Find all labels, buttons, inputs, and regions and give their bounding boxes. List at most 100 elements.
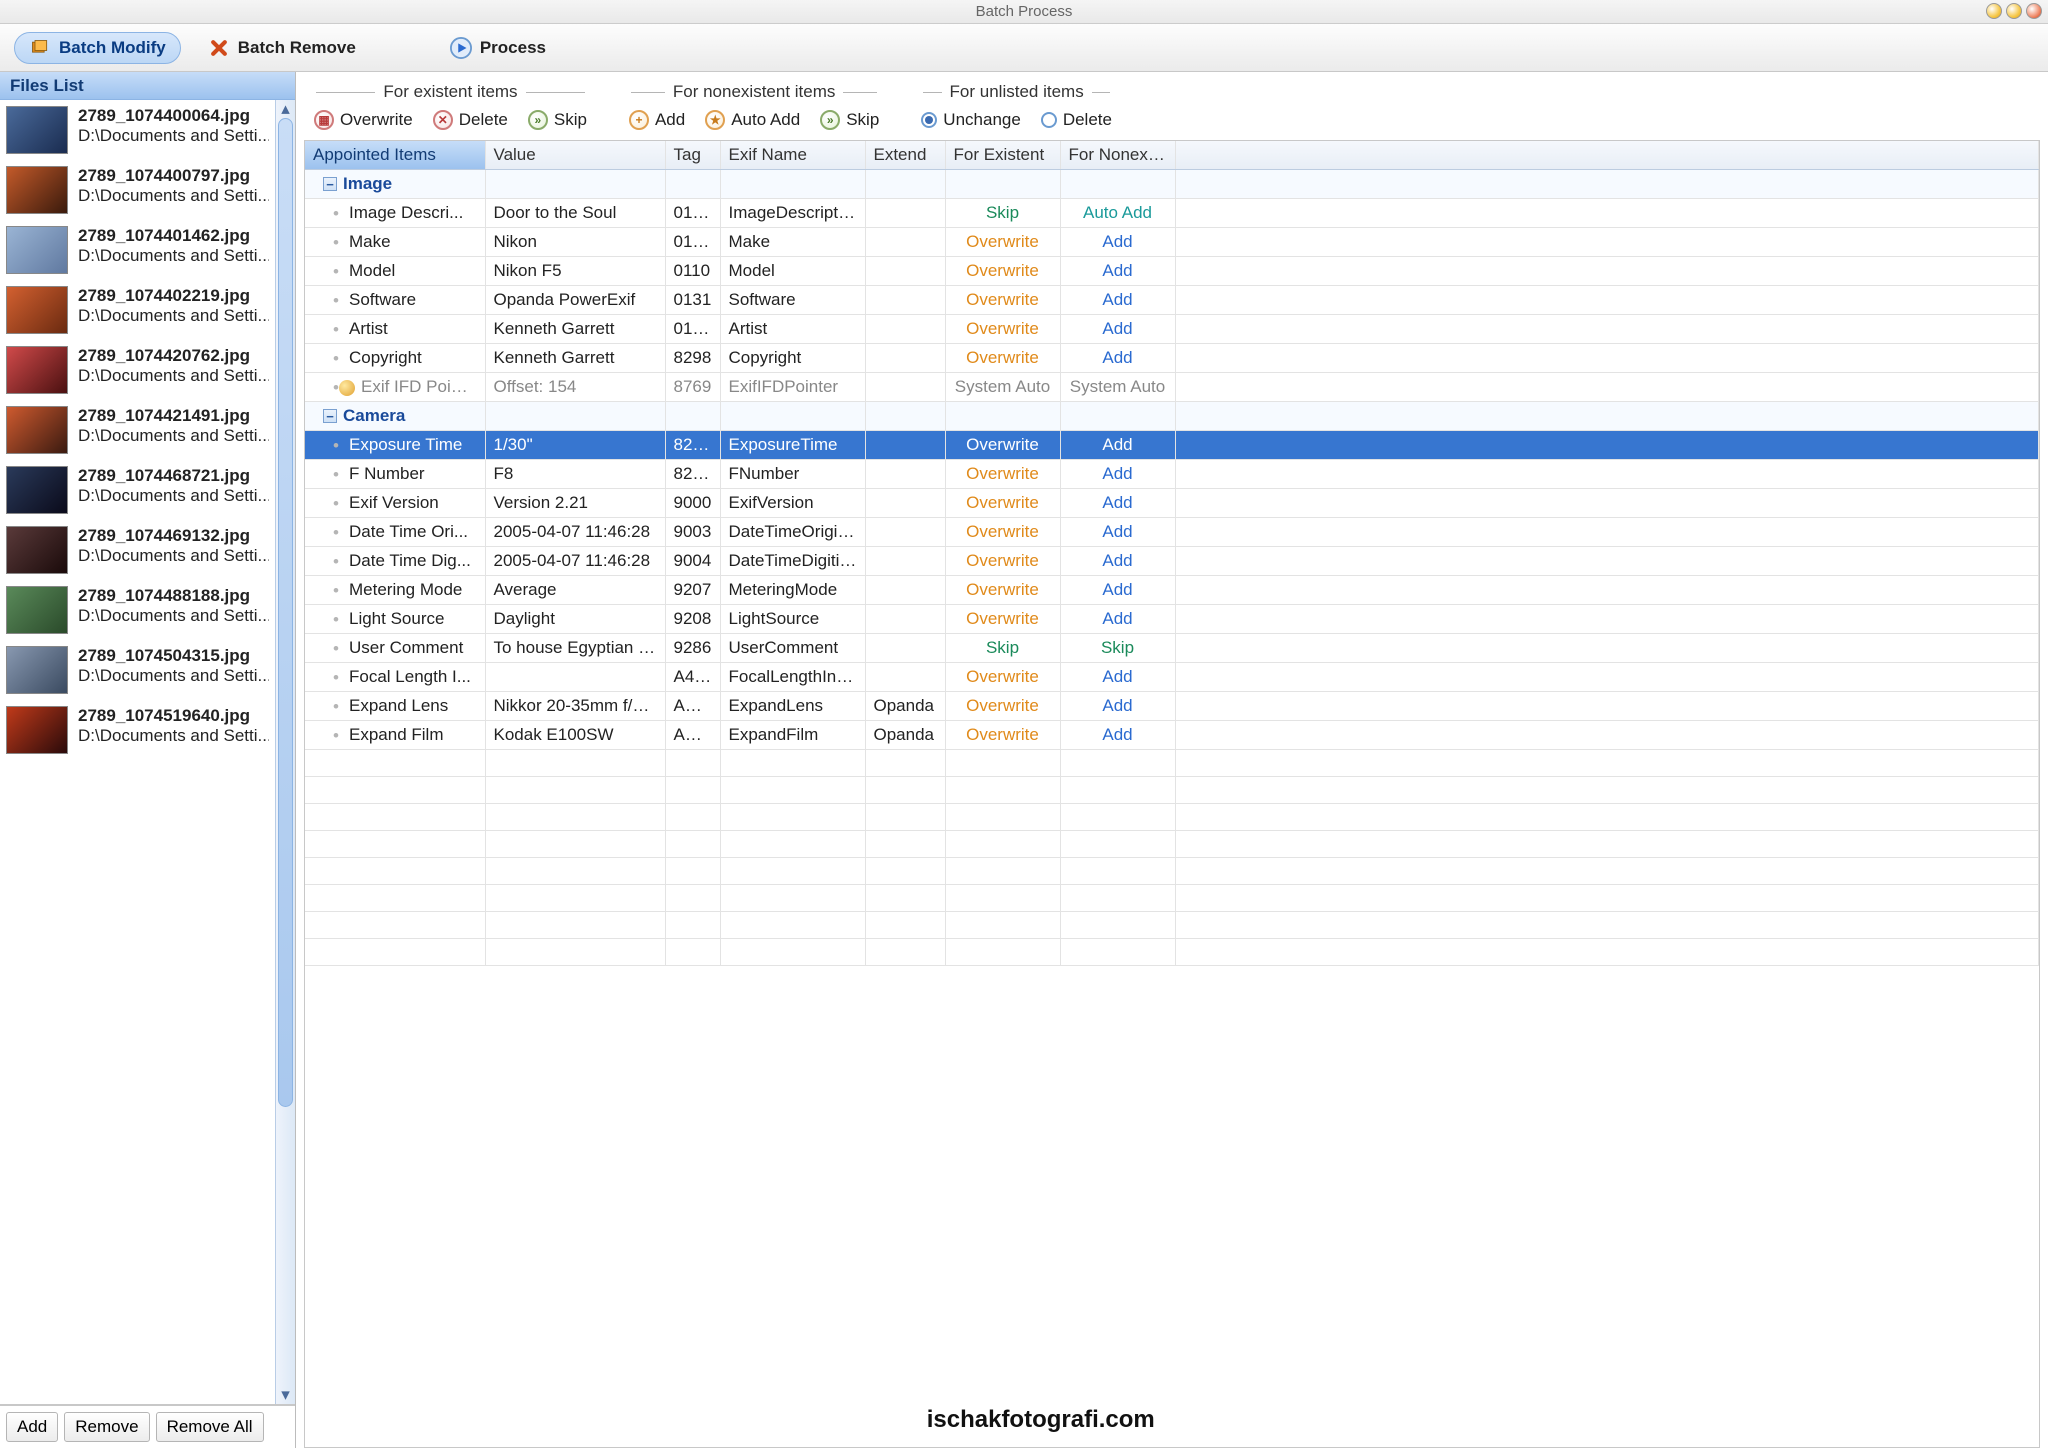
grid-row[interactable]: Metering ModeAverage9207MeteringModeOver… — [305, 576, 2039, 605]
skip-icon: » — [528, 110, 548, 130]
file-item[interactable]: 2789_1074469132.jpgD:\Documents and Sett… — [0, 520, 275, 580]
files-panel-header: Files List — [0, 72, 295, 100]
grid-row[interactable]: MakeNikon010FMakeOverwriteAdd — [305, 228, 2039, 257]
thumbnail — [6, 286, 68, 334]
file-name: 2789_1074420762.jpg — [78, 346, 269, 366]
radio-unchecked-icon — [1041, 112, 1057, 128]
file-name: 2789_1074504315.jpg — [78, 646, 269, 666]
file-meta: 2789_1074504315.jpgD:\Documents and Sett… — [78, 646, 269, 694]
col-extend[interactable]: Extend — [865, 141, 945, 170]
scroll-track[interactable] — [276, 118, 295, 1386]
unlisted-unchange-radio[interactable]: Unchange — [915, 108, 1027, 132]
unlisted-delete-radio[interactable]: Delete — [1035, 108, 1118, 132]
grid-row[interactable]: F NumberF8829DFNumberOverwriteAdd — [305, 460, 2039, 489]
file-item[interactable]: 2789_1074401462.jpgD:\Documents and Sett… — [0, 220, 275, 280]
nonexistent-skip-option[interactable]: »Skip — [814, 108, 885, 132]
col-forexistent[interactable]: For Existent — [945, 141, 1060, 170]
nonexistent-legend: For nonexistent items — [673, 82, 836, 102]
grid-row[interactable]: Expand FilmKodak E100SWAFC2ExpandFilmOpa… — [305, 721, 2039, 750]
exif-grid[interactable]: Appointed Items Value Tag Exif Name Exte… — [304, 140, 2040, 1448]
file-item[interactable]: 2789_1074519640.jpgD:\Documents and Sett… — [0, 700, 275, 760]
grid-row[interactable]: Exposure Time1/30"829AExposureTimeOverwr… — [305, 431, 2039, 460]
batch-modify-label: Batch Modify — [59, 38, 166, 58]
process-button[interactable]: Process — [435, 32, 561, 64]
grid-row[interactable]: Exif VersionVersion 2.219000ExifVersionO… — [305, 489, 2039, 518]
grid-row[interactable]: CopyrightKenneth Garrett8298CopyrightOve… — [305, 344, 2039, 373]
remove-button[interactable]: Remove — [64, 1412, 149, 1442]
collapse-icon[interactable]: − — [323, 177, 337, 191]
file-name: 2789_1074401462.jpg — [78, 226, 269, 246]
thumbnail — [6, 526, 68, 574]
close-icon[interactable] — [2026, 3, 2042, 19]
col-exifname[interactable]: Exif Name — [720, 141, 865, 170]
grid-group-row[interactable]: − Camera — [305, 402, 2039, 431]
existent-delete-option[interactable]: ✕Delete — [427, 108, 514, 132]
file-item[interactable]: 2789_1074420762.jpgD:\Documents and Sett… — [0, 340, 275, 400]
plus-icon: + — [629, 110, 649, 130]
file-meta: 2789_1074468721.jpgD:\Documents and Sett… — [78, 466, 269, 514]
grid-row[interactable]: ModelNikon F50110ModelOverwriteAdd — [305, 257, 2039, 286]
grid-row[interactable]: ArtistKenneth Garrett013BArtistOverwrite… — [305, 315, 2039, 344]
file-path: D:\Documents and Setti... — [78, 426, 269, 446]
grid-empty-row — [305, 831, 2039, 858]
grid-row[interactable]: SoftwareOpanda PowerExif0131SoftwareOver… — [305, 286, 2039, 315]
minimize-icon[interactable] — [1986, 3, 2002, 19]
remove-all-button[interactable]: Remove All — [156, 1412, 264, 1442]
scroll-up-icon[interactable]: ▴ — [276, 100, 295, 118]
file-meta: 2789_1074420762.jpgD:\Documents and Sett… — [78, 346, 269, 394]
grid-header-row[interactable]: Appointed Items Value Tag Exif Name Exte… — [305, 141, 2039, 170]
file-item[interactable]: 2789_1074504315.jpgD:\Documents and Sett… — [0, 640, 275, 700]
existent-legend: For existent items — [383, 82, 517, 102]
grid-row[interactable]: Date Time Dig...2005-04-07 11:46:289004D… — [305, 547, 2039, 576]
grid-row[interactable]: Date Time Ori...2005-04-07 11:46:289003D… — [305, 518, 2039, 547]
nonexistent-autoadd-option[interactable]: ★Auto Add — [699, 108, 806, 132]
existent-overwrite-option[interactable]: ▦Overwrite — [308, 108, 419, 132]
file-path: D:\Documents and Setti... — [78, 726, 269, 746]
thumbnail — [6, 646, 68, 694]
file-list[interactable]: 2789_1074400064.jpgD:\Documents and Sett… — [0, 100, 275, 1404]
file-path: D:\Documents and Setti... — [78, 606, 269, 626]
file-meta: 2789_1074400797.jpgD:\Documents and Sett… — [78, 166, 269, 214]
grid-row[interactable]: Focal Length I...A405FocalLengthIn3...Ov… — [305, 663, 2039, 692]
file-name: 2789_1074402219.jpg — [78, 286, 269, 306]
file-meta: 2789_1074469132.jpgD:\Documents and Sett… — [78, 526, 269, 574]
skip-icon: » — [820, 110, 840, 130]
file-item[interactable]: 2789_1074421491.jpgD:\Documents and Sett… — [0, 400, 275, 460]
grid-row[interactable]: Expand LensNikkor 20-35mm f/2.8...AFC1Ex… — [305, 692, 2039, 721]
thumbnail — [6, 226, 68, 274]
nonexistent-group: For nonexistent items +Add ★Auto Add »Sk… — [623, 82, 885, 132]
batch-remove-button[interactable]: Batch Remove — [193, 32, 371, 64]
maximize-icon[interactable] — [2006, 3, 2022, 19]
grid-row[interactable]: Light SourceDaylight9208LightSourceOverw… — [305, 605, 2039, 634]
radio-checked-icon — [921, 112, 937, 128]
batch-modify-button[interactable]: Batch Modify — [14, 32, 181, 64]
col-fornonexist[interactable]: For Nonexist... — [1060, 141, 1175, 170]
nonexistent-add-option[interactable]: +Add — [623, 108, 691, 132]
file-item[interactable]: 2789_1074402219.jpgD:\Documents and Sett… — [0, 280, 275, 340]
grid-group-row[interactable]: − Image — [305, 170, 2039, 199]
grid-row[interactable]: Exif IFD PointerOffset: 1548769ExifIFDPo… — [305, 373, 2039, 402]
option-groups: For existent items ▦Overwrite ✕Delete »S… — [304, 78, 2040, 140]
file-item[interactable]: 2789_1074400797.jpgD:\Documents and Sett… — [0, 160, 275, 220]
file-list-scrollbar[interactable]: ▴ ▾ — [275, 100, 295, 1404]
col-appointed[interactable]: Appointed Items — [305, 141, 485, 170]
add-button[interactable]: Add — [6, 1412, 58, 1442]
x-icon: ✕ — [433, 110, 453, 130]
file-item[interactable]: 2789_1074468721.jpgD:\Documents and Sett… — [0, 460, 275, 520]
batch-modify-icon — [29, 37, 51, 59]
col-value[interactable]: Value — [485, 141, 665, 170]
grid-row[interactable]: User CommentTo house Egyptian ph...9286U… — [305, 634, 2039, 663]
thumbnail — [6, 406, 68, 454]
thumbnail — [6, 706, 68, 754]
file-item[interactable]: 2789_1074488188.jpgD:\Documents and Sett… — [0, 580, 275, 640]
col-tag[interactable]: Tag — [665, 141, 720, 170]
file-name: 2789_1074421491.jpg — [78, 406, 269, 426]
thumbnail — [6, 166, 68, 214]
grid-empty-row — [305, 750, 2039, 777]
file-item[interactable]: 2789_1074400064.jpgD:\Documents and Sett… — [0, 100, 275, 160]
scroll-handle[interactable] — [278, 118, 293, 1107]
existent-skip-option[interactable]: »Skip — [522, 108, 593, 132]
grid-row[interactable]: Image Descri...Door to the Soul010EImage… — [305, 199, 2039, 228]
scroll-down-icon[interactable]: ▾ — [276, 1386, 295, 1404]
collapse-icon[interactable]: − — [323, 409, 337, 423]
